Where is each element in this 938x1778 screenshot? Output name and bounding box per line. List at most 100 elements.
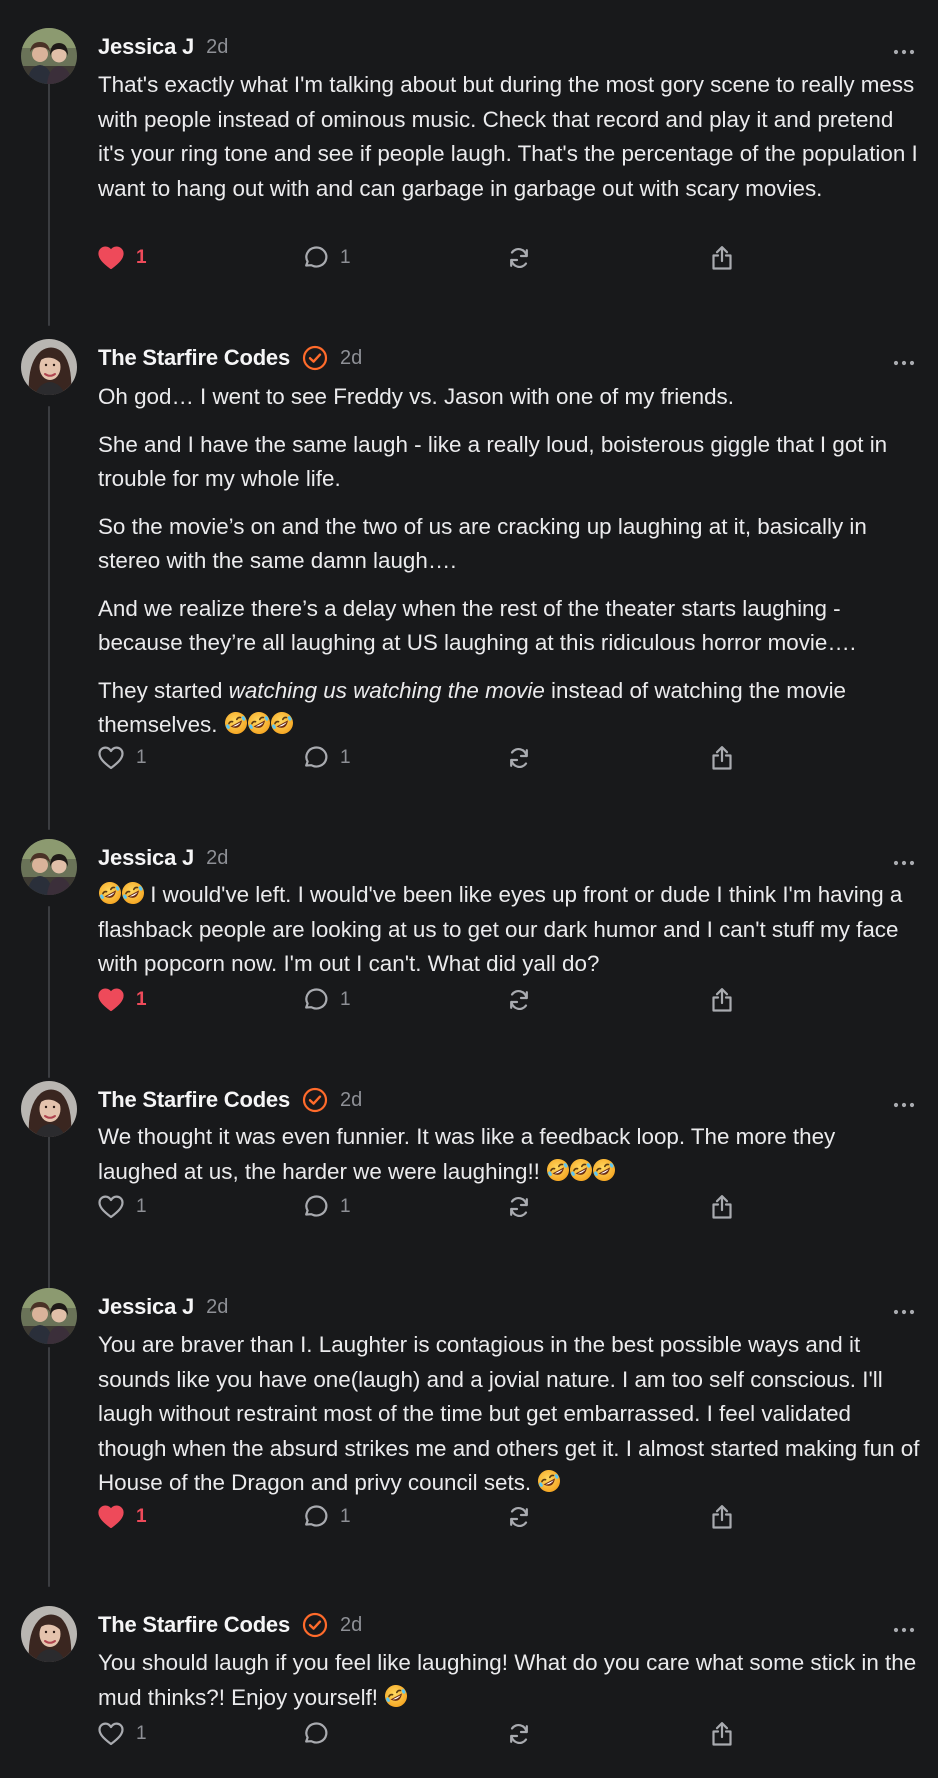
reply-button[interactable]: 1 xyxy=(302,743,351,773)
post-actions: 11 xyxy=(98,743,898,773)
avatar[interactable] xyxy=(21,1606,77,1662)
post-header: The Starfire Codes 2d xyxy=(98,1610,362,1640)
post-header: The Starfire Codes 2d xyxy=(98,1085,362,1115)
like-button[interactable]: 1 xyxy=(98,1192,147,1222)
repost-button[interactable] xyxy=(506,1502,532,1532)
avatar[interactable] xyxy=(21,839,77,895)
post-body: That's exactly what I'm talking about bu… xyxy=(98,68,920,206)
author-name[interactable]: Jessica J xyxy=(98,845,194,871)
post-header: Jessica J 2d xyxy=(98,843,228,873)
author-name[interactable]: The Starfire Codes xyxy=(98,345,290,371)
heart-icon xyxy=(98,746,124,770)
post-body: I would've left. I would've been like ey… xyxy=(98,878,920,982)
repost-arrows-icon xyxy=(506,245,532,271)
speech-bubble-icon xyxy=(302,1721,328,1747)
rolling-on-floor-laughing-emoji xyxy=(593,1158,616,1181)
like-button[interactable]: 1 xyxy=(98,743,147,773)
ellipsis-icon[interactable] xyxy=(892,1621,916,1639)
author-name[interactable]: The Starfire Codes xyxy=(98,1612,290,1638)
verified-check-icon xyxy=(302,1087,328,1113)
share-button[interactable] xyxy=(710,743,734,773)
post-paragraph: I would've left. I would've been like ey… xyxy=(98,878,920,982)
post-timestamp[interactable]: 2d xyxy=(206,1296,228,1319)
reply-button[interactable]: 1 xyxy=(302,985,351,1015)
heart-icon xyxy=(98,1722,124,1746)
repost-button[interactable] xyxy=(506,243,532,273)
post-paragraph: She and I have the same laugh - like a r… xyxy=(98,428,920,497)
post-paragraph: So the movie’s on and the two of us are … xyxy=(98,510,920,579)
reply-count: 1 xyxy=(340,1196,351,1217)
avatar[interactable] xyxy=(21,1288,77,1344)
reply-count: 1 xyxy=(340,747,351,768)
share-upload-icon xyxy=(710,987,734,1013)
post-timestamp[interactable]: 2d xyxy=(340,1089,362,1112)
ellipsis-icon[interactable] xyxy=(892,354,916,372)
reply-count: 1 xyxy=(340,247,351,268)
like-button[interactable]: 1 xyxy=(98,1719,147,1749)
heart-icon xyxy=(98,1505,124,1529)
post-actions: 11 xyxy=(98,985,898,1015)
avatar[interactable] xyxy=(21,339,77,395)
reply-count: 1 xyxy=(340,1506,351,1527)
post-paragraph: We thought it was even funnier. It was l… xyxy=(98,1120,920,1189)
post-body: You are braver than I. Laughter is conta… xyxy=(98,1328,920,1501)
post-timestamp[interactable]: 2d xyxy=(340,1614,362,1637)
thread-line xyxy=(48,906,50,1078)
repost-arrows-icon xyxy=(506,987,532,1013)
like-button[interactable]: 1 xyxy=(98,1502,147,1532)
repost-button[interactable] xyxy=(506,985,532,1015)
ellipsis-icon[interactable] xyxy=(892,1096,916,1114)
speech-bubble-icon xyxy=(302,245,328,271)
ellipsis-icon[interactable] xyxy=(892,854,916,872)
thread-line xyxy=(48,406,50,830)
rolling-on-floor-laughing-emoji xyxy=(538,1470,561,1492)
share-button[interactable] xyxy=(710,1192,734,1222)
author-name[interactable]: The Starfire Codes xyxy=(98,1087,290,1113)
avatar[interactable] xyxy=(21,28,77,84)
repost-arrows-icon xyxy=(506,745,532,771)
avatar[interactable] xyxy=(21,1081,77,1137)
heart-icon xyxy=(98,1195,124,1219)
verified-check-icon xyxy=(302,1612,328,1638)
author-name[interactable]: Jessica J xyxy=(98,1294,194,1320)
reply-button[interactable] xyxy=(302,1719,328,1749)
like-count: 1 xyxy=(136,1506,147,1527)
thread-line xyxy=(48,1126,50,1292)
like-button[interactable]: 1 xyxy=(98,985,147,1015)
rolling-on-floor-laughing-emoji xyxy=(385,1684,408,1707)
like-count: 1 xyxy=(136,1196,147,1217)
speech-bubble-icon xyxy=(302,745,328,771)
share-button[interactable] xyxy=(710,1502,734,1532)
share-button[interactable] xyxy=(710,985,734,1015)
post-paragraph: You should laugh if you feel like laughi… xyxy=(98,1646,920,1715)
rolling-on-floor-laughing-emoji xyxy=(224,712,247,734)
rolling-on-floor-laughing-emoji xyxy=(270,712,293,734)
repost-button[interactable] xyxy=(506,1192,532,1222)
rolling-on-floor-laughing-emoji xyxy=(122,882,144,904)
ellipsis-icon[interactable] xyxy=(892,1303,916,1321)
post-timestamp[interactable]: 2d xyxy=(206,847,228,870)
like-count: 1 xyxy=(136,747,147,768)
reply-count: 1 xyxy=(340,989,351,1010)
repost-button[interactable] xyxy=(506,1719,532,1749)
reply-button[interactable]: 1 xyxy=(302,243,351,273)
post-actions: 11 xyxy=(98,1192,898,1222)
paragraph-text: And we realize there’s a delay when the … xyxy=(98,595,856,656)
post-timestamp[interactable]: 2d xyxy=(206,36,228,59)
ellipsis-icon[interactable] xyxy=(892,43,916,61)
share-button[interactable] xyxy=(710,243,734,273)
reply-button[interactable]: 1 xyxy=(302,1192,351,1222)
post-header: Jessica J 2d xyxy=(98,1292,228,1322)
share-button[interactable] xyxy=(710,1719,734,1749)
post-timestamp[interactable]: 2d xyxy=(340,347,362,370)
speech-bubble-icon xyxy=(302,987,328,1013)
like-count: 1 xyxy=(136,1723,147,1744)
repost-button[interactable] xyxy=(506,743,532,773)
share-upload-icon xyxy=(710,1721,734,1747)
like-count: 1 xyxy=(136,247,147,268)
post-body: You should laugh if you feel like laughi… xyxy=(98,1646,920,1715)
like-button[interactable]: 1 xyxy=(98,243,147,273)
rolling-on-floor-laughing-emoji xyxy=(99,882,121,904)
author-name[interactable]: Jessica J xyxy=(98,34,194,60)
reply-button[interactable]: 1 xyxy=(302,1502,351,1532)
